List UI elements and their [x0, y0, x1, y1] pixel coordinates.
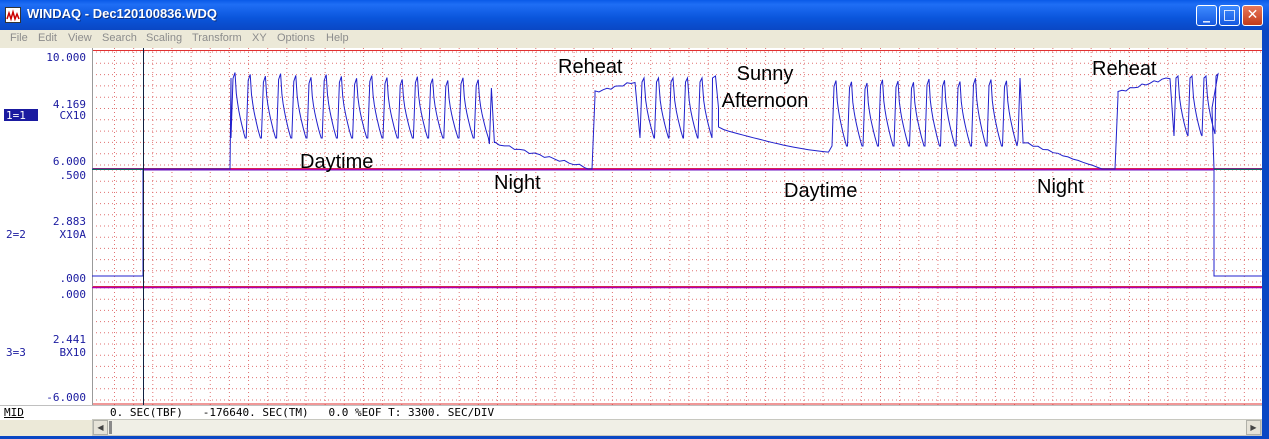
menu-xy[interactable]: XY: [252, 32, 267, 44]
title-bar[interactable]: WINDAQ - Dec120100836.WDQ _ □ ✕: [0, 0, 1269, 30]
menu-file[interactable]: File: [10, 32, 28, 44]
annotation-night-2: Night: [1037, 176, 1084, 198]
scroll-right-button[interactable]: ▶: [1246, 420, 1261, 435]
annotation-daytime-1: Daytime: [300, 151, 373, 173]
maximize-icon: □: [1222, 7, 1237, 23]
status-bar: MID 0. SEC(TBF) -176640. SEC(TM) 0.0 %EO…: [0, 405, 1262, 420]
ch1-bottom-scale: 6.000: [53, 155, 86, 168]
close-button[interactable]: ✕: [1242, 5, 1263, 26]
ch3-name: BX10: [60, 346, 87, 359]
menu-options[interactable]: Options: [277, 32, 315, 44]
menu-edit[interactable]: Edit: [38, 32, 57, 44]
ch1-top-scale: 10.000: [46, 51, 86, 64]
windaq-app-icon[interactable]: [5, 7, 21, 23]
menu-view[interactable]: View: [68, 32, 92, 44]
annotation-sunny-afternoon: Sunny Afternoon: [722, 63, 809, 112]
minimize-button[interactable]: _: [1196, 5, 1217, 26]
ch3-top-scale: .000: [60, 288, 87, 301]
ch2-mid-value: 2.883: [53, 215, 86, 228]
ch3-bottom-scale: -6.000: [46, 391, 86, 404]
annotation-night-1: Night: [494, 172, 541, 194]
arrow-right-icon: ▶: [1250, 423, 1257, 432]
maximize-button[interactable]: □: [1219, 5, 1240, 26]
annotation-daytime-2: Daytime: [784, 180, 857, 202]
menu-scaling[interactable]: Scaling: [146, 32, 182, 44]
status-readout: 0. SEC(TBF) -176640. SEC(TM) 0.0 %EOF T:…: [110, 406, 495, 419]
ch1-name: CX10: [60, 109, 87, 122]
minimize-icon: _: [1203, 7, 1210, 23]
arrow-left-icon: ◀: [97, 423, 104, 432]
window-frame-right: [1262, 30, 1269, 439]
menu-transform[interactable]: Transform: [192, 32, 242, 44]
waveform-svg[interactable]: 10.000 4.169 1=1 CX10 6.000 .500 2.883 2…: [0, 48, 1262, 405]
ch2-id[interactable]: 2=2: [6, 228, 26, 241]
ch3-id[interactable]: 3=3: [6, 346, 26, 359]
ch2-top-scale: .500: [60, 169, 87, 182]
scroll-left-button[interactable]: ◀: [93, 420, 108, 435]
ch1-id[interactable]: 1=1: [6, 109, 26, 122]
scroll-thumb[interactable]: [109, 421, 112, 434]
ch2-name: X10A: [60, 228, 87, 241]
ch3-mid-value: 2.441: [53, 333, 86, 346]
menu-bar: File Edit View Search Scaling Transform …: [0, 30, 1269, 48]
windaq-window: WINDAQ - Dec120100836.WDQ _ □ ✕ File Edi…: [0, 0, 1269, 439]
close-icon: ✕: [1246, 7, 1259, 23]
annotation-reheat-1: Reheat: [558, 56, 623, 78]
status-mode[interactable]: MID: [4, 406, 24, 419]
window-title: WINDAQ - Dec120100836.WDQ: [27, 6, 218, 21]
annotation-reheat-2: Reheat: [1092, 58, 1157, 80]
menu-help[interactable]: Help: [326, 32, 349, 44]
horizontal-scrollbar[interactable]: ◀ ▶: [92, 419, 1262, 436]
ch2-bottom-scale: .000: [60, 272, 87, 285]
menu-search[interactable]: Search: [102, 32, 137, 44]
waveform-display[interactable]: 10.000 4.169 1=1 CX10 6.000 .500 2.883 2…: [0, 48, 1262, 405]
